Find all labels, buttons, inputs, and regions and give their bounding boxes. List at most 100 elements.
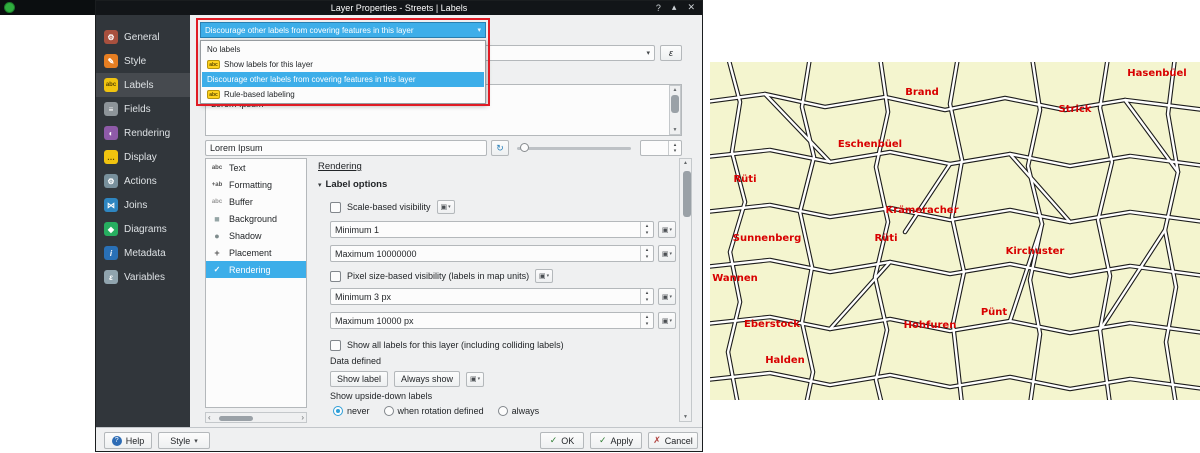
sample-text-input[interactable] <box>205 140 487 156</box>
help-button[interactable]: ?Help <box>104 432 152 449</box>
spin-arrows-icon[interactable]: ▴▾ <box>640 289 653 304</box>
tab-shadow[interactable]: ●Shadow <box>206 227 306 244</box>
radio-when-rotation-defined[interactable]: when rotation defined <box>384 406 484 416</box>
option-discourage-covering[interactable]: Discourage other labels from covering fe… <box>202 72 484 87</box>
spinbox-value: Minimum 1 <box>335 225 379 235</box>
tab-label: Buffer <box>229 197 253 207</box>
sidebar-item-general[interactable]: ⚙General <box>96 25 190 49</box>
preview-scrollbar[interactable]: ▲ ▼ <box>669 85 681 135</box>
radio-always[interactable]: always <box>498 406 540 416</box>
formatting-icon: +ab <box>210 182 224 188</box>
scroll-down-icon[interactable]: ▼ <box>683 414 688 420</box>
tab-rendering[interactable]: ✓Rendering <box>206 261 306 278</box>
tab-background[interactable]: ■Background <box>206 210 306 227</box>
map-label: Eberstock <box>744 319 800 330</box>
sidebar-item-metadata[interactable]: iMetadata <box>96 241 190 265</box>
scale-visibility-label: Scale-based visibility <box>347 202 431 212</box>
option-no-labels[interactable]: No labels <box>202 42 484 57</box>
font-size-slider[interactable] <box>515 140 633 156</box>
pixel-visibility-checkbox[interactable] <box>330 271 341 282</box>
slider-handle[interactable] <box>520 143 529 152</box>
chevron-down-icon: ▾ <box>477 26 481 34</box>
sidebar-item-actions[interactable]: ⚙Actions <box>96 169 190 193</box>
ok-button[interactable]: ✓OK <box>540 432 584 449</box>
scale-visibility-checkbox[interactable] <box>330 202 341 213</box>
data-defined-button[interactable]: ▣▾ <box>658 245 676 262</box>
label-options-group[interactable]: ▾ Label options <box>318 179 387 190</box>
minimum-pixels-spinbox[interactable]: Minimum 3 px ▴▾ <box>330 288 654 305</box>
radio-label: always <box>512 406 540 416</box>
upside-down-radio-group: never when rotation defined always <box>333 405 539 417</box>
map-canvas[interactable]: Hasenbüel Brand Strick Eschenbüel Rüti K… <box>710 62 1200 400</box>
data-defined-button[interactable]: ▣▾ <box>466 372 484 387</box>
radio-never[interactable]: never <box>333 406 370 416</box>
spin-arrows-icon[interactable]: ▴▾ <box>668 141 681 155</box>
help-window-icon[interactable]: ? <box>656 3 661 13</box>
scale-visibility-row: Scale-based visibility ▣▾ <box>330 200 455 214</box>
maximum-pixels-spinbox[interactable]: Maximum 10000 px ▴▾ <box>330 312 654 329</box>
spin-arrows-icon[interactable]: ▴▾ <box>640 222 653 237</box>
cancel-button[interactable]: ✗Cancel <box>648 432 698 449</box>
show-label-button[interactable]: Show label <box>330 371 388 387</box>
scroll-left-icon[interactable]: ‹ <box>208 413 211 422</box>
always-show-button[interactable]: Always show <box>394 371 460 387</box>
scroll-down-icon[interactable]: ▼ <box>673 127 678 133</box>
sidebar-item-variables[interactable]: εVariables <box>96 265 190 289</box>
scrollbar-thumb[interactable] <box>219 416 253 421</box>
display-icon: … <box>104 150 118 164</box>
minimum-scale-spinbox[interactable]: Minimum 1 ▴▾ <box>330 221 654 238</box>
map-label: Eschenbüel <box>838 139 902 150</box>
spin-arrows-icon[interactable]: ▴▾ <box>640 246 653 261</box>
sidebar-item-display[interactable]: …Display <box>96 145 190 169</box>
sidebar-item-rendering[interactable]: ◐Rendering <box>96 121 190 145</box>
data-defined-button[interactable]: ▣▾ <box>658 221 676 238</box>
sidebar-item-label: Variables <box>124 272 165 283</box>
sidebar-item-style[interactable]: ✎Style <box>96 49 190 73</box>
dialog-titlebar[interactable]: Layer Properties - Streets | Labels ? ▴ … <box>96 0 702 15</box>
scrollbar-thumb[interactable] <box>671 95 679 113</box>
tab-buffer[interactable]: abcBuffer <box>206 193 306 210</box>
apply-button[interactable]: ✓Apply <box>590 432 642 449</box>
sidebar-item-diagrams[interactable]: ◆Diagrams <box>96 217 190 241</box>
tab-label: Text <box>229 163 246 173</box>
option-show-labels[interactable]: abcShow labels for this layer <box>202 57 484 72</box>
data-defined-button[interactable]: ▣▾ <box>658 288 676 305</box>
font-size-spinbox[interactable]: ▴▾ <box>640 140 682 156</box>
maximize-icon[interactable]: ▴ <box>672 2 677 13</box>
tab-placement[interactable]: +Placement <box>206 244 306 261</box>
radio-icon <box>333 406 343 416</box>
panel-scrollbar[interactable]: ▲ ▼ <box>679 158 692 422</box>
help-icon: ? <box>112 436 122 446</box>
data-defined-button[interactable]: ▣▾ <box>535 269 553 283</box>
show-all-labels-checkbox[interactable] <box>330 340 341 351</box>
labels-icon: abc <box>104 78 118 92</box>
style-menu-button[interactable]: Style▾ <box>158 432 210 449</box>
sidebar-item-labels[interactable]: abc Labels <box>96 73 190 97</box>
expression-builder-button[interactable]: ε <box>660 45 682 61</box>
data-defined-button[interactable]: ▣▾ <box>658 312 676 329</box>
tab-formatting[interactable]: +abFormatting <box>206 176 306 193</box>
data-defined-button[interactable]: ▣▾ <box>437 200 455 214</box>
app-launcher-icon[interactable] <box>4 2 15 13</box>
sidebar-item-fields[interactable]: ≡Fields <box>96 97 190 121</box>
option-rule-based[interactable]: abcRule-based labeling <box>202 87 484 102</box>
sidebar-item-joins[interactable]: ⋈Joins <box>96 193 190 217</box>
maximum-scale-spinbox[interactable]: Maximum 10000000 ▴▾ <box>330 245 654 262</box>
sidebar-item-label: Style <box>124 56 146 67</box>
placement-icon: + <box>210 248 224 258</box>
sample-reset-button[interactable]: ↻ <box>491 140 509 156</box>
text-icon: abc <box>210 165 224 171</box>
sidebar-item-label: Labels <box>124 80 153 91</box>
radio-label: never <box>347 406 370 416</box>
scrollbar-thumb[interactable] <box>683 171 691 217</box>
pixel-visibility-label: Pixel size-based visibility (labels in m… <box>347 271 529 281</box>
tab-text[interactable]: abc Text <box>206 159 306 176</box>
scroll-right-icon[interactable]: › <box>301 413 304 422</box>
close-icon[interactable]: ✕ <box>687 2 695 13</box>
scroll-up-icon[interactable]: ▲ <box>683 160 688 166</box>
spin-arrows-icon[interactable]: ▴▾ <box>640 313 653 328</box>
scroll-up-icon[interactable]: ▲ <box>673 87 678 93</box>
tabs-scrollbar[interactable]: ‹ › <box>205 412 307 423</box>
label-mode-combobox[interactable]: Discourage other labels from covering fe… <box>200 22 486 38</box>
collapse-icon[interactable]: ▾ <box>318 181 322 189</box>
